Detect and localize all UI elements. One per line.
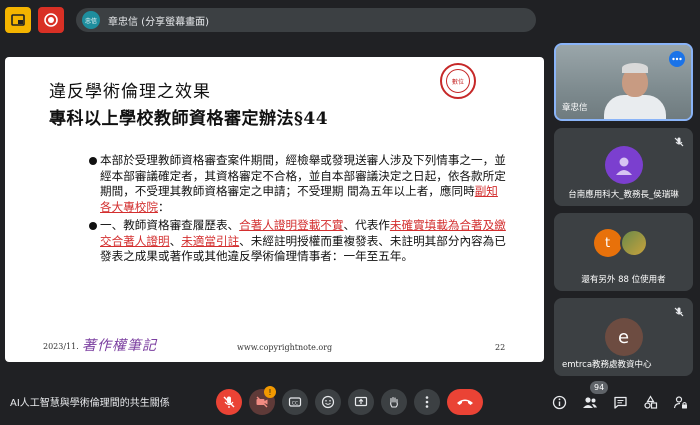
participant-avatar: t	[593, 229, 622, 257]
hand-icon	[390, 396, 398, 408]
pip-button[interactable]	[5, 7, 31, 33]
recording-button[interactable]	[38, 7, 64, 33]
tile-more-options-button[interactable]	[669, 51, 685, 67]
shapes-icon	[643, 394, 657, 409]
more-horizontal-icon	[672, 57, 682, 61]
top-bar: 忠信 章忠信 (分享螢幕畫面)	[0, 0, 700, 42]
record-icon	[44, 13, 58, 27]
participant-tile[interactable]: 台南應用科大_教務長_侯瑞琳	[554, 128, 693, 206]
presenter-label: 章忠信 (分享螢幕畫面)	[108, 16, 209, 28]
slide-footer-url: www.copyrightnote.org	[237, 343, 333, 352]
mic-off-icon	[674, 307, 684, 317]
paragraph-2-highlight: 未適當引註	[181, 233, 240, 248]
slide-paragraph-1: 本部於受理教師資格審查案件期間，經檢舉或發現送審人涉及下列情事之一，並經本部審議…	[89, 153, 509, 215]
participant-tile-presenter[interactable]: 章忠信	[554, 43, 693, 121]
hang-up-icon	[457, 399, 473, 405]
avatar-group: t	[593, 229, 654, 259]
seal-inner: 數位	[446, 69, 470, 93]
slide-footer-logo: 著作權筆記	[82, 338, 157, 354]
meeting-details-button[interactable]	[549, 392, 569, 412]
participant-avatar	[604, 146, 643, 184]
bullet-icon	[89, 222, 97, 230]
warning-badge: !	[264, 386, 276, 398]
paragraph-2-part: 、代表作	[343, 218, 390, 232]
smiley-icon	[321, 395, 335, 409]
mic-toggle-button[interactable]	[216, 389, 242, 415]
present-icon	[354, 396, 368, 407]
present-screen-button[interactable]	[348, 389, 374, 415]
paragraph-2-highlight: 合著人證明登載不實	[239, 218, 344, 232]
info-icon	[552, 395, 566, 409]
slide-page-number: 22	[495, 343, 506, 352]
picture-in-picture-icon	[11, 14, 25, 26]
presenter-indicator[interactable]: 忠信 章忠信 (分享螢幕畫面)	[76, 8, 536, 32]
paragraph-1-end: ：	[157, 199, 170, 214]
chat-button[interactable]	[610, 392, 630, 412]
slide-paragraph-2: 一、教師資格審查履歷表、合著人證明登載不實、代表作未確實填載為合著及繳交合著人證…	[89, 218, 509, 265]
university-seal-icon: 數位	[440, 63, 476, 99]
mic-off-icon	[674, 137, 684, 147]
meeting-title: AI人工智慧與學術倫理間的共生關係	[10, 398, 170, 409]
paragraph-2-part: 、	[169, 233, 182, 248]
person-silhouette	[604, 95, 666, 119]
people-button[interactable]	[580, 392, 600, 412]
presenter-avatar: 忠信	[82, 11, 100, 29]
host-controls-button[interactable]	[670, 392, 690, 412]
person-hair	[622, 63, 648, 73]
chat-icon	[613, 396, 627, 409]
meet-window: 忠信 章忠信 (分享螢幕畫面) 違反學術倫理之效果 專科以上學校教師資格審定辦法…	[0, 0, 700, 425]
shared-screen-slide: 違反學術倫理之效果 專科以上學校教師資格審定辦法§44 數位 本部於受理教師資格…	[5, 57, 544, 362]
slide-title: 違反學術倫理之效果	[49, 82, 211, 102]
bullet-icon	[89, 157, 97, 165]
participant-name: emtrca教務處教資中心	[562, 360, 652, 370]
participant-avatar: e	[604, 318, 643, 356]
other-participants-tile[interactable]: t 還有另外 88 位使用者	[554, 213, 693, 291]
participant-tile[interactable]: e emtrca教務處教資中心	[554, 298, 693, 376]
person-icon	[615, 157, 632, 175]
lock-person-icon	[673, 395, 687, 408]
slide-footer-date: 2023/11.	[43, 342, 79, 351]
people-icon	[583, 396, 597, 408]
closed-captions-icon: CC	[288, 397, 302, 407]
captions-button[interactable]: CC	[282, 389, 308, 415]
mic-off-icon	[223, 396, 235, 408]
other-participants-label: 還有另外 88 位使用者	[581, 275, 666, 285]
leave-call-button[interactable]	[447, 389, 483, 415]
activities-button[interactable]	[640, 392, 660, 412]
paragraph-2-part: 一、教師資格審查履歷表、	[100, 218, 240, 232]
emoji-button[interactable]	[315, 389, 341, 415]
participant-photo	[619, 229, 648, 257]
participant-name: 台南應用科大_教務長_侯瑞琳	[568, 190, 679, 200]
slide-body: 本部於受理教師資格審查案件期間，經檢舉或發現送審人涉及下列情事之一，並經本部審議…	[89, 153, 509, 265]
raise-hand-button[interactable]	[381, 389, 407, 415]
svg-text:CC: CC	[292, 400, 298, 406]
slide-subtitle: 專科以上學校教師資格審定辦法§44	[49, 109, 329, 129]
participant-name: 章忠信	[562, 103, 588, 113]
more-vertical-icon	[425, 396, 429, 408]
more-options-button[interactable]	[414, 389, 440, 415]
paragraph-1-text: 本部於受理教師資格審查案件期間，經檢舉或發現送審人涉及下列情事之一，並經本部審議…	[100, 153, 506, 198]
